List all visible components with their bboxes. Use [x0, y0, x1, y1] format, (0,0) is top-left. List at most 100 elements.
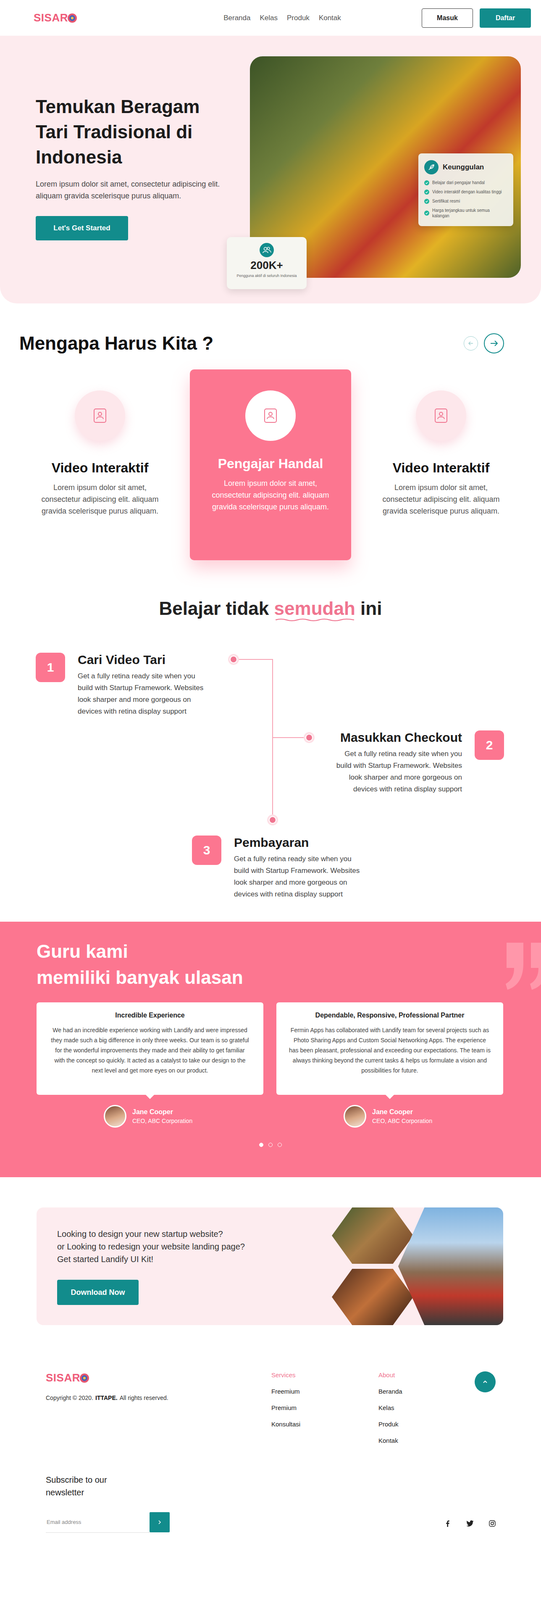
why-card[interactable]: Video Interaktif Lorem ipsum dolor sit am… — [360, 369, 522, 560]
pager-dot[interactable] — [277, 1142, 282, 1147]
step-title: Pembayaran — [233, 835, 360, 850]
icon-circle — [245, 390, 296, 441]
why-header: Mengapa Harus Kita ? — [0, 332, 541, 354]
next-button[interactable] — [483, 333, 505, 354]
footer-link[interactable]: Kelas — [378, 1403, 475, 1411]
social-links — [444, 1519, 496, 1532]
review-card: Dependable, Responsive, Professional Par… — [276, 1001, 504, 1095]
teacher-icon — [91, 407, 109, 424]
email-input[interactable] — [45, 1510, 150, 1532]
footer-logo[interactable]: SISAR — [45, 1370, 272, 1384]
step-number: 1 — [35, 652, 66, 682]
pager-dot[interactable] — [268, 1142, 273, 1147]
step-number: 3 — [191, 835, 222, 865]
review-pager — [36, 1142, 505, 1147]
review-title: Incredible Experience — [49, 1011, 251, 1019]
nav-link[interactable]: Kontak — [318, 13, 342, 23]
teacher-icon — [262, 407, 279, 424]
logo[interactable]: SISAR — [33, 11, 224, 25]
feather-icon — [424, 160, 439, 175]
icon-circle — [74, 390, 126, 441]
nav-link[interactable]: Produk — [286, 13, 310, 23]
review-author: Jane CooperCEO, ABC Corporation — [36, 1104, 264, 1127]
footer-column: Services Freemium Premium Konsultasi — [271, 1370, 379, 1427]
hero-media: KeunggulanBelajar dari pengajar handalVi… — [249, 56, 521, 278]
get-started-button[interactable]: Let's Get Started — [35, 215, 129, 241]
footer: SISAR Copyright © 2020.ITTAPE.All rights … — [0, 1349, 541, 1549]
review-text: We had an incredible experience working … — [49, 1024, 251, 1075]
feature-item: Video interaktif dengan kualitas tinggi — [424, 189, 508, 195]
chevron-right-icon — [157, 1518, 163, 1524]
step-row: 2Masukkan CheckoutGet a fully retina rea… — [0, 730, 541, 836]
twitter-icon — [466, 1519, 474, 1526]
hero-content: Temukan Beragam Tari Tradisional di Indo… — [35, 94, 238, 241]
arrow-left-icon — [467, 339, 475, 347]
copyright: Copyright © 2020.ITTAPE.All rights reser… — [45, 1393, 272, 1401]
step-body: Cari Video TariGet a fully retina ready … — [77, 652, 204, 717]
avatar — [343, 1104, 367, 1127]
review-title: Dependable, Responsive, Professional Par… — [288, 1011, 491, 1019]
check-icon — [424, 210, 430, 216]
card-title: Video Interaktif — [51, 459, 149, 476]
nav-link[interactable]: Beranda — [223, 13, 251, 23]
register-button[interactable]: Daftar — [479, 8, 531, 28]
teacher-icon — [432, 407, 450, 424]
hero: Temukan Beragam Tari Tradisional di Indo… — [0, 35, 541, 304]
avatar — [103, 1104, 127, 1127]
hero-title: Temukan Beragam Tari Tradisional di Indo… — [35, 94, 238, 170]
nav-link[interactable]: Kelas — [259, 13, 278, 23]
photo-mosaic — [331, 1206, 504, 1325]
feature-title: Keunggulan — [442, 162, 484, 172]
scroll-top-button[interactable] — [474, 1370, 496, 1392]
card-text: Lorem ipsum dolor sit amet, consectetur … — [381, 481, 501, 517]
newsletter-title: Subscribe to our newsletter — [45, 1472, 130, 1498]
logo-text: SISAR — [33, 11, 69, 25]
author-role: CEO, ABC Corporation — [132, 1116, 193, 1124]
step-number: 2 — [474, 730, 505, 760]
why-card[interactable]: Video InteraktifLorem ipsum dolor sit am… — [19, 369, 181, 560]
footer-column: About Beranda Kelas Produk Kontak — [378, 1370, 475, 1444]
users-icon — [259, 242, 274, 258]
check-icon — [424, 189, 430, 195]
column-title: Services — [271, 1370, 379, 1378]
review: Dependable, Responsive, Professional Par… — [276, 1001, 504, 1127]
footer-link[interactable]: Produk — [378, 1419, 475, 1427]
feature-header: Keunggulan — [424, 160, 508, 175]
arrow-right-icon — [488, 338, 499, 349]
step-title: Masukkan Checkout — [336, 730, 463, 745]
feature-item: Sertifikat resmi — [424, 198, 508, 204]
check-icon — [424, 180, 430, 186]
twitter-link[interactable] — [466, 1519, 474, 1526]
subscribe-button[interactable] — [149, 1511, 170, 1532]
underline-icon — [274, 617, 356, 622]
footer-link[interactable]: Beranda — [378, 1386, 475, 1395]
reviews-section: Guru kamimemiliki banyak ulasanIncredibl… — [0, 921, 541, 1177]
emblem-icon — [67, 13, 78, 24]
login-button[interactable]: Masuk — [421, 8, 473, 28]
card-title: Video Interaktif — [392, 459, 490, 476]
photo — [398, 1206, 504, 1325]
author-name: Jane Cooper — [372, 1107, 433, 1116]
stat-caption: Pengguna aktif di seluruh Indonesia — [236, 273, 297, 278]
cta-box: Looking to design your new startup websi… — [36, 1206, 504, 1325]
instagram-icon — [488, 1519, 496, 1526]
nav-actions: Masuk Daftar — [421, 8, 531, 28]
footer-link[interactable]: Premium — [271, 1403, 379, 1411]
footer-link[interactable]: Freemium — [271, 1386, 379, 1395]
pager-dot[interactable] — [259, 1142, 264, 1147]
facebook-link[interactable] — [444, 1519, 452, 1526]
photo — [331, 1206, 414, 1264]
column-title: About — [378, 1370, 475, 1378]
review-text: Fermin Apps has collaborated with Landif… — [288, 1024, 491, 1075]
review-author: Jane CooperCEO, ABC Corporation — [276, 1104, 504, 1127]
card-text: Lorem ipsum dolor sit amet, consectetur … — [210, 477, 331, 513]
footer-link[interactable]: Konsultasi — [271, 1419, 379, 1427]
footer-link[interactable]: Kontak — [378, 1436, 475, 1444]
prev-button[interactable] — [463, 336, 478, 351]
download-button[interactable]: Download Now — [57, 1278, 139, 1305]
why-card[interactable]: Pengajar HandalLorem ipsum dolor sit ame… — [189, 369, 352, 560]
feature-card: KeunggulanBelajar dari pengajar handalVi… — [418, 153, 514, 226]
step-text: Get a fully retina ready site when you b… — [77, 669, 204, 717]
hero-text: Lorem ipsum dolor sit amet, consectetur … — [35, 178, 238, 202]
instagram-link[interactable] — [488, 1519, 496, 1526]
